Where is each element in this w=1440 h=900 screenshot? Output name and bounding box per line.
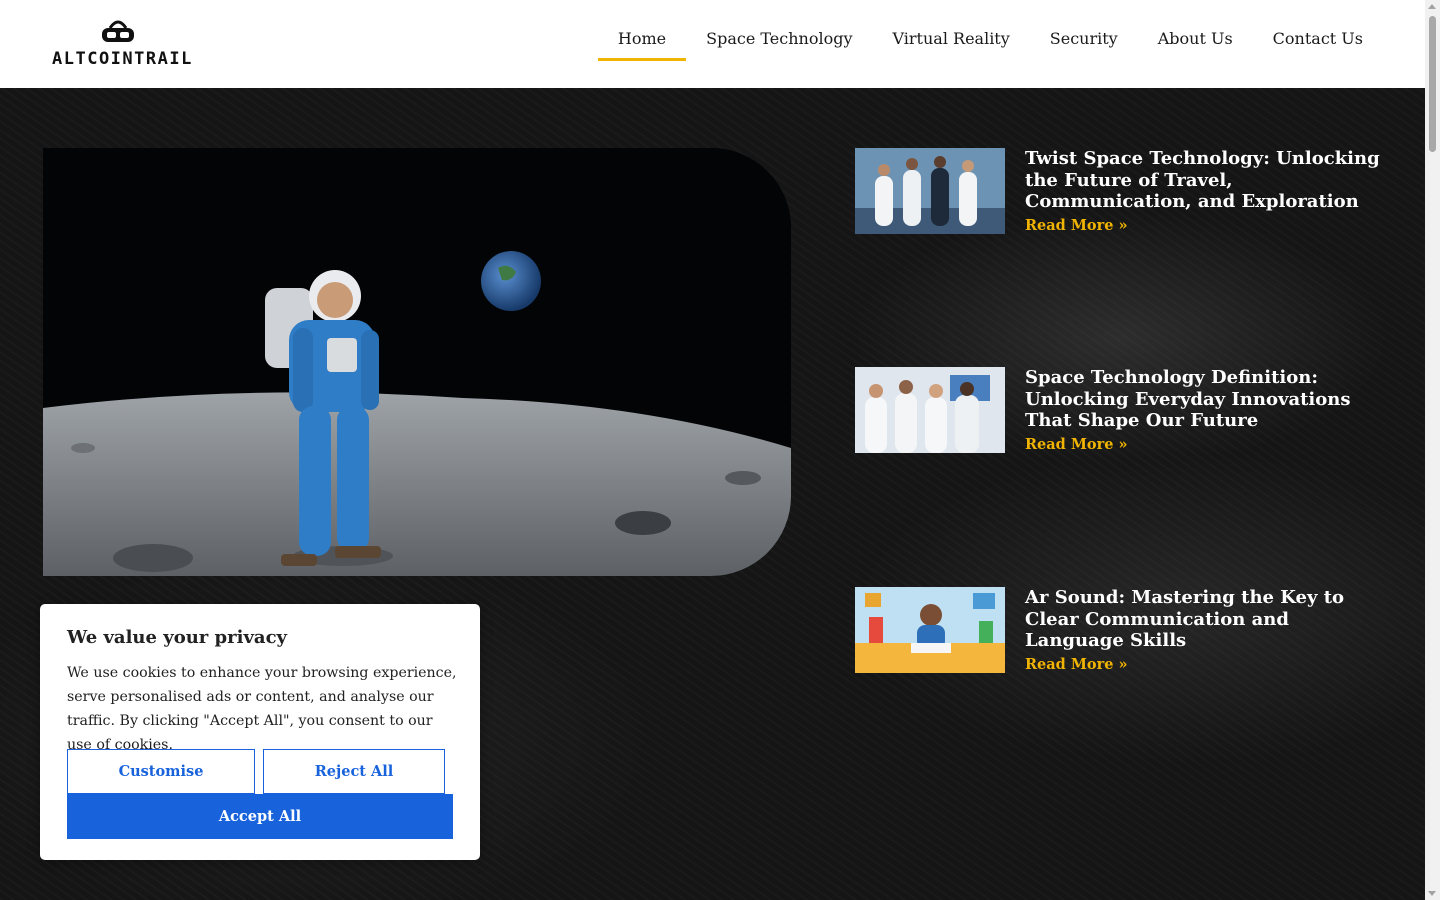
accept-all-button[interactable]: Accept All — [67, 794, 453, 839]
post-thumbnail[interactable] — [855, 587, 1005, 673]
customise-button[interactable]: Customise — [67, 749, 255, 794]
scroll-thumb[interactable] — [1429, 16, 1436, 152]
reject-all-button[interactable]: Reject All — [263, 749, 445, 794]
read-more-link[interactable]: Read More » — [1025, 654, 1385, 676]
featured-astronaut-image[interactable] — [43, 148, 791, 576]
nav-item-contact-us[interactable]: Contact Us — [1253, 0, 1383, 88]
read-more-link[interactable]: Read More » — [1025, 215, 1385, 237]
post-title-link[interactable]: Twist Space Technology: Unlocking the Fu… — [1025, 148, 1380, 212]
cookie-consent-banner: We value your privacy We use cookies to … — [40, 604, 480, 860]
read-more-link[interactable]: Read More » — [1025, 434, 1385, 456]
nav-item-security[interactable]: Security — [1030, 0, 1138, 88]
site-logo[interactable]: ALTCOINTRAIL — [52, 18, 191, 69]
vr-headset-icon — [102, 20, 134, 42]
main-nav: Home Space Technology Virtual Reality Se… — [597, 0, 1383, 88]
post-thumbnail[interactable] — [855, 367, 1005, 453]
nav-item-virtual-reality[interactable]: Virtual Reality — [873, 0, 1030, 88]
post-title: Twist Space Technology: Unlocking the Fu… — [1025, 148, 1385, 236]
scroll-down-icon[interactable] — [1428, 891, 1436, 896]
nav-item-home[interactable]: Home — [597, 0, 687, 88]
post-title-link[interactable]: Space Technology Definition: Unlocking E… — [1025, 367, 1351, 431]
post-title-link[interactable]: Ar Sound: Mastering the Key to Clear Com… — [1025, 587, 1344, 651]
post-title: Ar Sound: Mastering the Key to Clear Com… — [1025, 587, 1385, 675]
nav-item-about-us[interactable]: About Us — [1138, 0, 1253, 88]
logo-text: ALTCOINTRAIL — [52, 49, 193, 69]
cookie-title: We value your privacy — [67, 627, 287, 648]
scroll-up-icon[interactable] — [1428, 4, 1436, 9]
nav-item-space-technology[interactable]: Space Technology — [686, 0, 872, 88]
cookie-description: We use cookies to enhance your browsing … — [67, 665, 457, 753]
page-scrollbar[interactable] — [1425, 0, 1440, 900]
post-thumbnail[interactable] — [855, 148, 1005, 234]
site-header: ALTCOINTRAIL Home Space Technology Virtu… — [0, 0, 1425, 88]
post-title: Space Technology Definition: Unlocking E… — [1025, 367, 1385, 455]
